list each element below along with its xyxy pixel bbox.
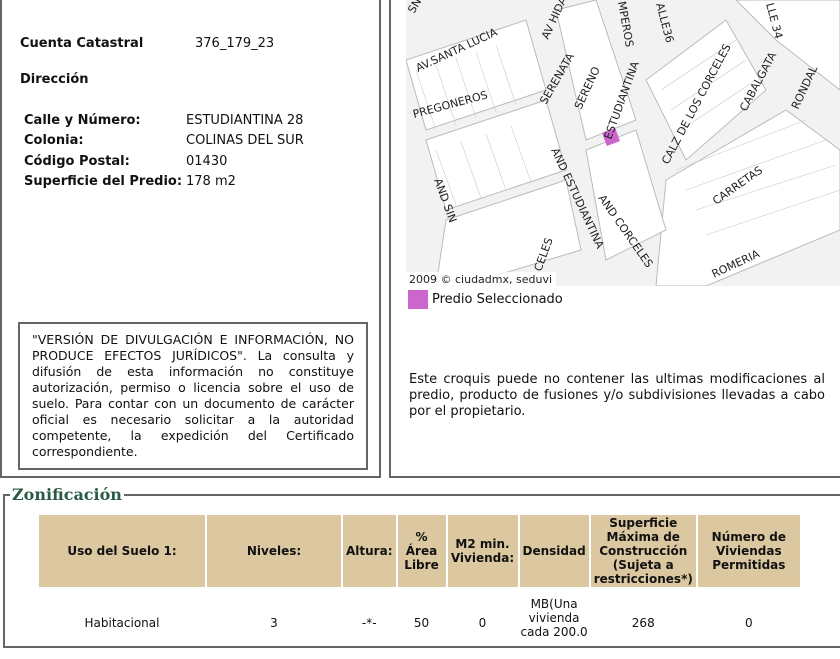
- cell-area-libre: 50: [413, 616, 430, 630]
- street-label: MPEROS: [615, 0, 636, 48]
- cell-densidad: MB(Una vivienda cada 200.0: [520, 597, 588, 639]
- col-header: Niveles:: [207, 515, 341, 587]
- direccion-label: Dirección: [20, 72, 89, 87]
- cell-viviendas: 0: [745, 616, 753, 630]
- col-header: % Área Libre: [397, 515, 446, 587]
- cuenta-value: 376_179_23: [195, 36, 275, 51]
- disclaimer-box: "VERSIÓN DE DIVULGACIÓN E INFORMACIÓN, N…: [18, 322, 368, 470]
- cell-m2-min: 0: [478, 616, 487, 630]
- street-label: SN: [406, 0, 424, 16]
- legend-label: Predio Seleccionado: [432, 292, 563, 307]
- selected-predio-swatch: [408, 290, 428, 309]
- field-label: Calle y Número:: [24, 113, 141, 128]
- field-label: Colonia:: [24, 133, 84, 148]
- map-image[interactable]: SN AV HIDA AV.SANTA LUCIA MPEROS ALLE36 …: [406, 0, 840, 286]
- street-label: RONDAL: [789, 63, 821, 111]
- map-legend: Predio Seleccionado: [408, 290, 563, 309]
- street-label: SERENATA: [537, 50, 577, 106]
- cuenta-label: Cuenta Catastral: [20, 36, 144, 51]
- cell-uso: Habitacional: [84, 616, 160, 630]
- col-header: Uso del Suelo 1:: [39, 515, 205, 587]
- col-header: M2 min. Vivienda:: [447, 515, 518, 587]
- cell-superficie: 268: [631, 616, 655, 630]
- cell-niveles: 3: [270, 616, 278, 630]
- cell-altura: -*-: [361, 616, 377, 630]
- zonificacion-title: Zonificación: [10, 485, 124, 504]
- table-row: Habitacional 3 -*- 50 0 MB(Una vivienda …: [39, 589, 800, 657]
- col-header: Densidad: [519, 515, 589, 587]
- col-header: Altura:: [343, 515, 396, 587]
- field-label: Superficie del Predio:: [24, 174, 183, 189]
- field-value: COLINAS DEL SUR: [186, 133, 304, 148]
- map-note: Este croquis puede no contener las ultim…: [409, 372, 825, 419]
- field-value: 178 m2: [186, 174, 236, 189]
- col-header: Superficie Máxima de Construcción (Sujet…: [590, 515, 696, 587]
- map-copyright: 2009 © ciudadmx, seduvi: [409, 273, 552, 286]
- street-label: ALLE36: [653, 1, 676, 44]
- col-header: Número de Viviendas Permitidas: [697, 515, 800, 587]
- field-value: 01430: [186, 154, 228, 169]
- field-value: ESTUDIANTINA 28: [186, 113, 304, 128]
- zonificacion-table: Uso del Suelo 1: Niveles: Altura: % Área…: [37, 513, 802, 659]
- field-label: Código Postal:: [24, 154, 130, 169]
